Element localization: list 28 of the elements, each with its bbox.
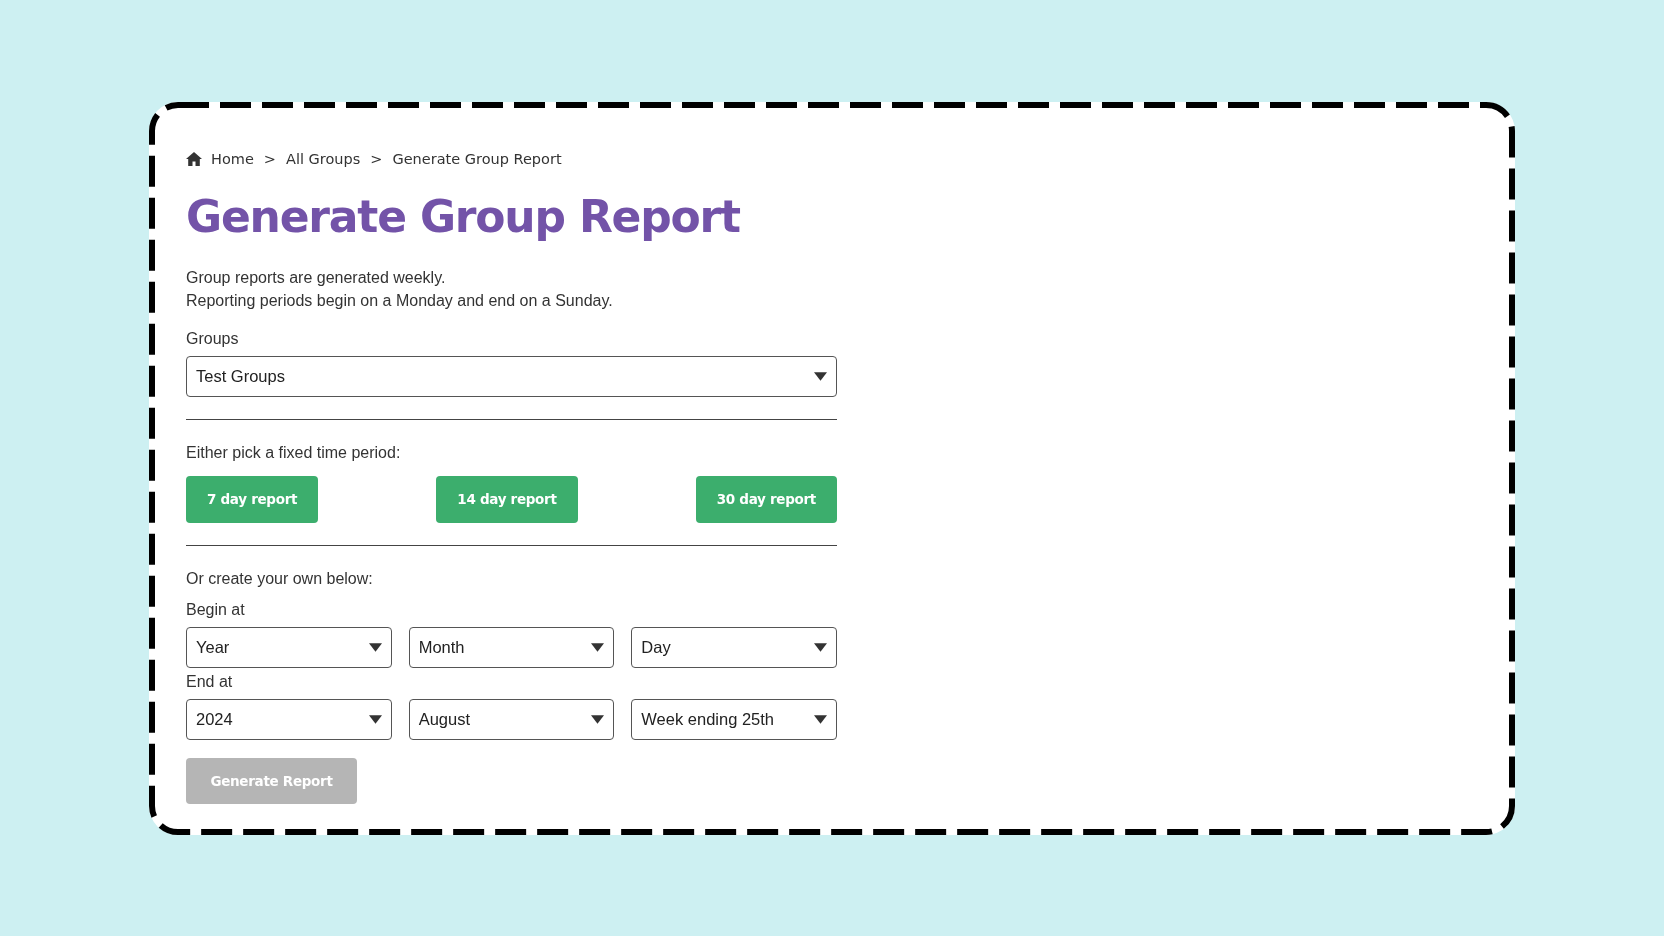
section-prompt: Or create your own below: bbox=[186, 568, 373, 589]
field-label: End at bbox=[186, 671, 233, 692]
date-dropdown[interactable]: Year bbox=[186, 626, 392, 668]
page-title: Generate Group Report bbox=[186, 189, 741, 244]
field-label: Begin at bbox=[186, 599, 245, 620]
caret-icon bbox=[368, 642, 382, 652]
caret-icon bbox=[814, 642, 827, 652]
date-dropdown[interactable]: 2024 bbox=[186, 698, 392, 740]
breadcrumb-link[interactable]: All Groups bbox=[286, 150, 361, 167]
breadcrumb-link[interactable]: Generate Group Report bbox=[392, 150, 562, 167]
groups-dropdown[interactable]: Test Groups bbox=[186, 355, 837, 397]
section-prompt: Either pick a fixed time period: bbox=[186, 442, 401, 463]
intro-text: Group reports are generated weekly. bbox=[186, 267, 447, 288]
field-label: Groups bbox=[186, 328, 239, 349]
caret-icon bbox=[591, 642, 605, 652]
intro-text: Reporting periods begin on a Monday and end on a Sunday. bbox=[186, 290, 614, 311]
caret-icon bbox=[368, 714, 382, 724]
caret-icon bbox=[591, 714, 605, 724]
date-dropdown[interactable]: Week ending 25th bbox=[631, 698, 837, 740]
home-icon bbox=[186, 151, 202, 166]
caret-icon bbox=[814, 371, 827, 381]
breadcrumb-link[interactable]: Home bbox=[211, 150, 254, 167]
caret-icon bbox=[814, 714, 827, 724]
date-dropdown[interactable]: Month bbox=[408, 626, 615, 668]
breadcrumb-separator: > bbox=[370, 150, 383, 167]
date-dropdown[interactable]: August bbox=[408, 698, 615, 740]
date-dropdown[interactable]: Day bbox=[631, 626, 837, 668]
breadcrumb-separator: > bbox=[263, 150, 276, 167]
